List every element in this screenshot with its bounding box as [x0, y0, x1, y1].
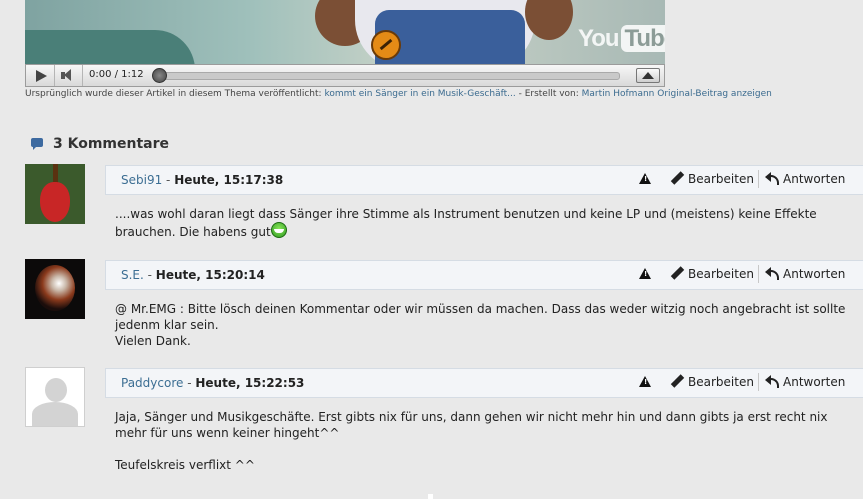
volume-icon[interactable] — [54, 65, 83, 86]
report-icon[interactable] — [639, 173, 651, 184]
comment-date: Heute, 15:20:14 — [155, 268, 265, 282]
avatar[interactable] — [25, 164, 85, 224]
edit-button[interactable]: Bearbeiten — [670, 267, 754, 281]
comment-header: Sebi91 - Heute, 15:17:38 Bearbeiten Antw… — [105, 165, 863, 195]
video-time: 0:00 / 1:12 — [89, 69, 144, 80]
author-link[interactable]: Martin Hofmann — [582, 89, 655, 99]
comment-header: Paddycore - Heute, 15:22:53 Bearbeiten A… — [105, 368, 863, 398]
reply-icon — [765, 375, 779, 388]
comment-header: S.E. - Heute, 15:20:14 Bearbeiten Antwor… — [105, 260, 863, 290]
edit-label: Bearbeiten — [688, 172, 754, 186]
edit-button[interactable]: Bearbeiten — [670, 375, 754, 389]
meta-separator: - — [183, 376, 196, 390]
comment-author[interactable]: S.E. — [121, 268, 144, 282]
user-silhouette-shoulders — [32, 402, 78, 426]
comment-author[interactable]: Paddycore — [121, 376, 183, 390]
comments-count: 3 Kommentare — [53, 136, 170, 152]
original-post-link[interactable]: Original-Beitrag anzeigen — [657, 89, 772, 99]
comment: Sebi91 - Heute, 15:17:38 Bearbeiten Antw… — [105, 165, 863, 245]
youtube-logo-tube: Tube — [620, 25, 665, 52]
reply-button[interactable]: Antworten — [765, 267, 845, 281]
pencil-icon — [670, 267, 683, 280]
reply-label: Antworten — [783, 375, 846, 389]
youtube-logo[interactable]: YouTube — [578, 25, 665, 53]
reply-button[interactable]: Antworten — [765, 172, 845, 186]
reply-icon — [765, 267, 779, 280]
video-player-controls: 0:00 / 1:12 — [25, 64, 665, 87]
fullscreen-button[interactable] — [636, 68, 660, 83]
reply-button[interactable]: Antworten — [765, 375, 845, 389]
seek-bar[interactable] — [156, 72, 620, 80]
video-frame[interactable]: YouTube — [25, 0, 665, 64]
edit-label: Bearbeiten — [688, 267, 754, 281]
comment-body: ....was wohl daran liegt dass Sänger ihr… — [115, 207, 817, 239]
video-character-button — [371, 30, 401, 60]
report-icon[interactable] — [639, 268, 651, 279]
comment-body-line: Jaja, Sänger und Musikgeschäfte. Erst gi… — [115, 410, 828, 440]
action-divider — [758, 373, 759, 391]
edit-button[interactable]: Bearbeiten — [670, 172, 754, 186]
comment-meta: S.E. - Heute, 15:20:14 — [121, 268, 265, 282]
comment-bubble-icon — [31, 137, 43, 150]
comment-date: Heute, 15:17:38 — [174, 173, 284, 187]
action-divider — [758, 265, 759, 283]
reply-icon — [765, 172, 779, 185]
comment: S.E. - Heute, 15:20:14 Bearbeiten Antwor… — [105, 260, 863, 350]
avatar[interactable] — [25, 259, 85, 319]
comment-text: Jaja, Sänger und Musikgeschäfte. Erst gi… — [105, 398, 863, 473]
comments-header: 3 Kommentare — [31, 136, 169, 156]
grin-smiley-icon — [270, 222, 287, 238]
created-by-label: - Erstellt von: — [515, 89, 582, 99]
play-button[interactable] — [26, 65, 55, 86]
guitar-icon — [40, 182, 70, 222]
comment-meta: Sebi91 - Heute, 15:17:38 — [121, 173, 283, 187]
page-bottom-mark — [428, 494, 433, 499]
comment-text: @ Mr.EMG : Bitte lösch deinen Kommentar … — [105, 290, 863, 349]
comment-meta: Paddycore - Heute, 15:22:53 — [121, 376, 304, 390]
user-silhouette-icon — [45, 378, 67, 402]
reply-label: Antworten — [783, 267, 846, 281]
default-avatar[interactable] — [25, 367, 85, 427]
abstract-avatar-image — [35, 265, 75, 311]
pencil-icon — [670, 172, 683, 185]
comment-body-line: Teufelskreis verflixt ^^ — [115, 458, 255, 472]
meta-separator: - — [143, 268, 156, 282]
source-info: Ursprünglich wurde dieser Artikel in die… — [25, 89, 772, 99]
comment-body-line: @ Mr.EMG : Bitte lösch deinen Kommentar … — [115, 302, 846, 332]
meta-separator: - — [162, 173, 175, 187]
action-divider — [758, 170, 759, 188]
edit-label: Bearbeiten — [688, 375, 754, 389]
video-scenery — [25, 30, 195, 64]
seek-handle[interactable] — [152, 68, 167, 83]
youtube-logo-you: You — [578, 25, 620, 52]
comment-date: Heute, 15:22:53 — [195, 376, 305, 390]
thread-link[interactable]: kommt ein Sänger in ein Musik-Geschäft..… — [324, 89, 515, 99]
comment: Paddycore - Heute, 15:22:53 Bearbeiten A… — [105, 368, 863, 498]
reply-label: Antworten — [783, 172, 846, 186]
source-prefix: Ursprünglich wurde dieser Artikel in die… — [25, 89, 325, 99]
pencil-icon — [670, 375, 683, 388]
comment-body-line: Vielen Dank. — [115, 334, 191, 348]
comment-text: ....was wohl daran liegt dass Sänger ihr… — [105, 195, 863, 240]
comment-author[interactable]: Sebi91 — [121, 173, 162, 187]
report-icon[interactable] — [639, 376, 651, 387]
